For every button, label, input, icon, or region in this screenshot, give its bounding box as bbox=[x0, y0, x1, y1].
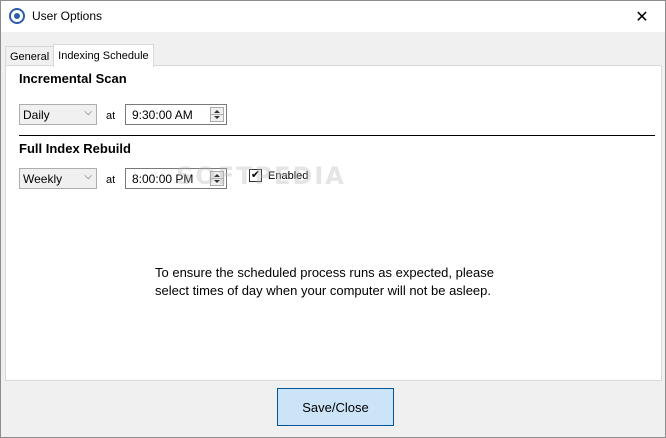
tab-indexing-schedule[interactable]: Indexing Schedule bbox=[53, 44, 154, 67]
user-options-window: User Options ✕ General Indexing Schedule… bbox=[0, 0, 666, 438]
tab-strip: General Indexing Schedule bbox=[5, 44, 154, 67]
chevron-down-icon: ⌵ bbox=[84, 171, 92, 182]
incremental-time-value: 9:30:00 AM bbox=[132, 107, 193, 122]
schedule-notice: To ensure the scheduled process runs as … bbox=[155, 264, 575, 300]
incremental-at-label: at bbox=[106, 110, 116, 122]
app-logo-icon bbox=[9, 8, 25, 24]
section-divider bbox=[19, 135, 655, 136]
time-spinner-icon[interactable] bbox=[210, 107, 224, 122]
notice-line-2: select times of day when your computer w… bbox=[155, 283, 492, 298]
incremental-time-picker[interactable]: 9:30:00 AM bbox=[125, 104, 227, 125]
notice-line-1: To ensure the scheduled process runs as … bbox=[155, 265, 494, 280]
rebuild-frequency-select[interactable]: Weekly ⌵ bbox=[19, 168, 97, 189]
incremental-frequency-select[interactable]: Daily ⌵ bbox=[19, 104, 97, 125]
save-close-button[interactable]: Save/Close bbox=[277, 388, 394, 426]
incremental-scan-heading: Incremental Scan bbox=[19, 71, 127, 86]
rebuild-frequency-value: Weekly bbox=[23, 171, 63, 186]
rebuild-at-label: at bbox=[106, 174, 116, 186]
watermark-logo: SOFTPEDIA bbox=[176, 162, 346, 190]
title-bar: User Options ✕ bbox=[1, 1, 665, 32]
tab-general[interactable]: General bbox=[5, 46, 55, 66]
full-index-rebuild-heading: Full Index Rebuild bbox=[19, 141, 131, 156]
footer-bar: Save/Close bbox=[1, 382, 665, 437]
indexing-schedule-panel: Incremental Scan Daily ⌵ at 9:30:00 AM F… bbox=[5, 65, 662, 381]
chevron-down-icon: ⌵ bbox=[84, 107, 92, 118]
window-title: User Options bbox=[32, 9, 103, 23]
incremental-frequency-value: Daily bbox=[23, 107, 50, 122]
close-button[interactable]: ✕ bbox=[619, 1, 665, 32]
